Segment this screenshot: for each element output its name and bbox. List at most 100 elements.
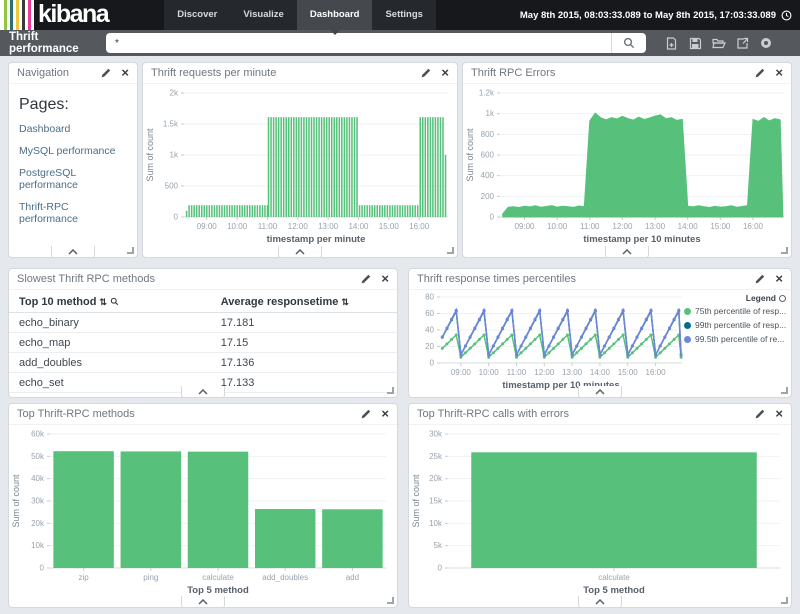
panel-collapse-chevron[interactable]	[578, 596, 622, 608]
legend-toggle-icon[interactable]	[779, 295, 786, 302]
panel-header: Thrift RPC Errors ×	[463, 63, 791, 84]
panel-resize-handle[interactable]	[127, 247, 134, 254]
time-range-picker[interactable]: May 8th 2015, 08:03:33.089 to May 8th 20…	[520, 0, 792, 30]
legend-item-99th[interactable]: 99th percentile of resp...	[684, 320, 786, 330]
column-header-label: Average responsetime	[221, 296, 339, 308]
close-panel-icon[interactable]: ×	[121, 68, 129, 78]
table-cell[interactable]: echo_map	[9, 333, 211, 353]
svg-text:11:00: 11:00	[580, 222, 600, 231]
svg-text:10k: 10k	[429, 519, 443, 528]
dashboard-toolbar: Thrift performance	[0, 30, 800, 56]
table-cell[interactable]: 17.15	[211, 333, 397, 353]
sort-icon[interactable]: ⇅	[99, 297, 107, 307]
top-methods-chart[interactable]: 010k20k30k40k50k60kTop 5 methodSum of co…	[10, 426, 396, 611]
svg-text:14:00: 14:00	[678, 222, 699, 231]
close-panel-icon[interactable]: ×	[381, 274, 389, 284]
panel-resize-handle[interactable]	[781, 247, 788, 254]
search-icon	[623, 37, 635, 49]
percentiles-chart[interactable]: 02040608009:0010:0011:0012:0013:0014:001…	[410, 291, 686, 400]
new-dashboard-icon[interactable]	[665, 37, 678, 50]
panel-collapse-chevron[interactable]	[181, 596, 225, 608]
svg-text:60: 60	[425, 309, 434, 318]
edit-panel-icon[interactable]	[755, 274, 765, 284]
close-panel-icon[interactable]: ×	[775, 274, 783, 284]
navigation-pages: Pages: Dashboard MySQL performance Postg…	[9, 84, 137, 247]
table-cell[interactable]: 17.136	[211, 353, 397, 373]
svg-text:40k: 40k	[31, 474, 45, 483]
nav-link-postgresql-performance[interactable]: PostgreSQL performance	[19, 167, 127, 191]
panel-collapse-chevron[interactable]	[578, 386, 622, 398]
table-cell[interactable]: echo_binary	[9, 313, 211, 333]
options-gear-icon[interactable]	[760, 37, 772, 49]
tab-settings[interactable]: Settings	[372, 0, 435, 30]
table-cell[interactable]: 17.181	[211, 313, 397, 333]
search-button[interactable]	[611, 33, 646, 53]
close-panel-icon[interactable]: ×	[775, 68, 783, 78]
requests-per-minute-chart[interactable]: 05001k1.5k2k09:0010:0011:0012:0013:0014:…	[144, 85, 458, 258]
logo-stripe	[22, 0, 25, 30]
svg-text:13:00: 13:00	[562, 368, 583, 377]
close-panel-icon[interactable]: ×	[441, 68, 449, 78]
panel-resize-handle[interactable]	[447, 247, 454, 254]
nav-link-dashboard[interactable]: Dashboard	[19, 123, 127, 135]
panel-resize-handle[interactable]	[781, 597, 788, 604]
svg-text:14:00: 14:00	[348, 222, 369, 231]
panel-slowest-thrift-rpc-methods: Slowest Thrift RPC methods × Top 10 meth…	[8, 268, 398, 398]
svg-text:13:00: 13:00	[645, 222, 666, 231]
panel-navigation: Navigation × Pages: Dashboard MySQL perf…	[8, 62, 138, 258]
tab-discover[interactable]: Discover	[164, 0, 230, 30]
edit-panel-icon[interactable]	[755, 68, 765, 78]
share-dashboard-icon[interactable]	[736, 37, 749, 50]
table-cell[interactable]: 17.133	[211, 373, 397, 393]
query-input[interactable]	[106, 33, 611, 53]
legend-item-99-5th[interactable]: 99.5th percentile of re...	[684, 334, 786, 344]
edit-panel-icon[interactable]	[361, 274, 371, 284]
edit-panel-icon[interactable]	[361, 409, 371, 419]
tab-dashboard[interactable]: Dashboard	[297, 0, 373, 30]
logo-stripe	[28, 0, 31, 30]
svg-text:80: 80	[425, 293, 434, 302]
edit-panel-icon[interactable]	[421, 68, 431, 78]
panel-resize-handle[interactable]	[387, 597, 394, 604]
table-cell[interactable]: add_doubles	[9, 353, 211, 373]
svg-text:40: 40	[425, 326, 434, 335]
nav-link-mysql-performance[interactable]: MySQL performance	[19, 145, 127, 157]
panel-collapse-chevron[interactable]	[605, 246, 649, 258]
svg-text:12:00: 12:00	[534, 368, 555, 377]
legend-header[interactable]: Legend	[684, 293, 786, 303]
rpc-errors-chart[interactable]: 02004006008001k1.2k09:0010:0011:0012:001…	[464, 85, 792, 258]
svg-text:0: 0	[40, 564, 45, 573]
save-dashboard-icon[interactable]	[689, 37, 702, 50]
close-panel-icon[interactable]: ×	[381, 409, 389, 419]
svg-text:09:00: 09:00	[514, 222, 535, 231]
svg-text:Sum of count: Sum of count	[465, 128, 475, 182]
column-header-responsetime[interactable]: Average responsetime⇅	[211, 292, 397, 313]
load-dashboard-icon[interactable]	[712, 37, 726, 49]
svg-text:0: 0	[490, 213, 495, 222]
panel-resize-handle[interactable]	[387, 387, 394, 394]
panel-title: Top Thrift-RPC calls with errors	[417, 408, 745, 420]
svg-text:30k: 30k	[429, 430, 443, 439]
column-header-method[interactable]: Top 10 method⇅	[9, 292, 211, 313]
top-errors-chart[interactable]: 05k10k15k20k25k30kTop 5 methodSum of cou…	[410, 426, 790, 611]
svg-text:14:00: 14:00	[590, 368, 611, 377]
nav-link-thrift-rpc-performance[interactable]: Thrift-RPC performance	[19, 201, 127, 225]
panel-top-thrift-rpc-calls-with-errors: Top Thrift-RPC calls with errors × 05k10…	[408, 403, 792, 608]
edit-panel-icon[interactable]	[755, 409, 765, 419]
tab-visualize[interactable]: Visualize	[230, 0, 297, 30]
panel-collapse-chevron[interactable]	[181, 386, 225, 398]
panel-header: Top Thrift-RPC calls with errors ×	[409, 404, 791, 425]
panel-collapse-chevron[interactable]	[278, 246, 322, 258]
legend-item-75th[interactable]: 75th percentile of resp...	[684, 306, 786, 316]
close-panel-icon[interactable]: ×	[775, 409, 783, 419]
svg-text:calculate: calculate	[598, 573, 630, 582]
sort-icon[interactable]: ⇅	[341, 297, 349, 307]
panel-collapse-chevron[interactable]	[51, 246, 95, 258]
dashboard-actions	[646, 37, 791, 50]
panel-resize-handle[interactable]	[781, 387, 788, 394]
edit-panel-icon[interactable]	[101, 68, 111, 78]
kibana-logo[interactable]: kibana	[0, 0, 114, 30]
filter-search-icon[interactable]	[110, 297, 119, 306]
logo-stripe	[10, 0, 13, 30]
svg-text:16:00: 16:00	[646, 368, 667, 377]
